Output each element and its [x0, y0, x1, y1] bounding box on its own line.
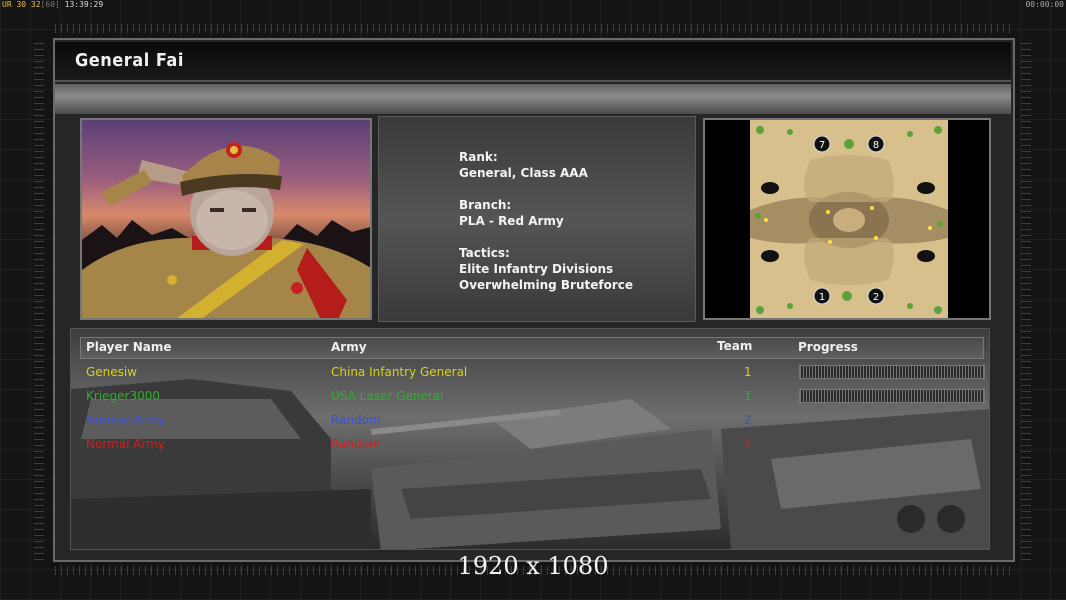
tactics-label: Tactics:	[459, 246, 510, 260]
army-3: Random	[331, 413, 381, 427]
branch-label: Branch:	[459, 198, 512, 212]
fps-readout: UR 30 32[60] 13:39:29	[2, 0, 103, 10]
header-team: Team	[717, 339, 753, 353]
fps-label: UR	[2, 0, 12, 9]
general-name-title: General Fai	[75, 50, 184, 71]
start-position-8: 8	[867, 135, 885, 153]
map-preview-panel: 7 8 1 2	[703, 118, 991, 320]
tank-backdrop	[71, 379, 989, 549]
general-info-panel: Rank: General, Class AAA Branch: PLA - R…	[378, 116, 696, 322]
header-player-name: Player Name	[86, 340, 172, 354]
resolution-label: 1920 x 1080	[457, 552, 609, 580]
general-info-text: Rank: General, Class AAA Branch: PLA - R…	[459, 149, 633, 293]
army-1: China Infantry General	[331, 365, 468, 379]
general-portrait	[80, 118, 372, 320]
start-position-label: 2	[873, 292, 879, 303]
ruler-right	[1021, 40, 1031, 560]
map-terrain: 7 8 1 2	[750, 120, 948, 318]
team-1: 1	[744, 365, 752, 379]
progress-bar-1	[799, 365, 985, 379]
start-position-label: 8	[873, 140, 879, 151]
tactics-line-2: Overwhelming Bruteforce	[459, 278, 634, 292]
fps-values: 30 32	[16, 0, 41, 9]
map-preview: 7 8 1 2	[750, 120, 948, 318]
start-position-2: 2	[867, 287, 885, 305]
team-3: 2	[744, 413, 752, 427]
player-name-4: Normal Army	[86, 437, 165, 451]
player-name-3: Normal Army	[86, 413, 165, 427]
branch-value: PLA - Red Army	[459, 214, 564, 228]
rank-label: Rank:	[459, 150, 498, 164]
progress-bar-2	[799, 389, 985, 403]
fps-bracket: [60]	[40, 0, 60, 9]
progress-fill-2	[800, 390, 984, 402]
player-name-2: Krieger3000	[86, 389, 160, 403]
ruler-left	[34, 40, 44, 560]
player-table-area	[70, 328, 990, 550]
ruler-top	[55, 24, 1015, 33]
clock-left: 13:39:29	[64, 0, 104, 9]
start-position-label: 7	[819, 140, 825, 151]
army-4: Random	[331, 437, 381, 451]
header-progress: Progress	[798, 340, 858, 354]
rank-value: General, Class AAA	[459, 166, 588, 180]
debug-status-bar: UR 30 32[60] 13:39:29 00:00:00	[0, 0, 1066, 10]
clock-right: 00:00:00	[1025, 0, 1064, 9]
start-position-label: 1	[819, 292, 825, 303]
tactics-line-1: Elite Infantry Divisions	[459, 262, 614, 276]
player-name-1: Genesiw	[86, 365, 138, 379]
team-2: 1	[744, 389, 752, 403]
progress-fill-1	[800, 366, 984, 378]
title-bar: General Fai	[55, 42, 1011, 82]
team-4: 2	[744, 437, 752, 451]
header-army: Army	[331, 340, 367, 354]
start-position-7: 7	[813, 135, 831, 153]
decorative-band	[55, 84, 1011, 114]
portrait-illustration	[82, 142, 370, 318]
start-position-1: 1	[813, 287, 831, 305]
army-2: USA Laser General	[331, 389, 444, 403]
